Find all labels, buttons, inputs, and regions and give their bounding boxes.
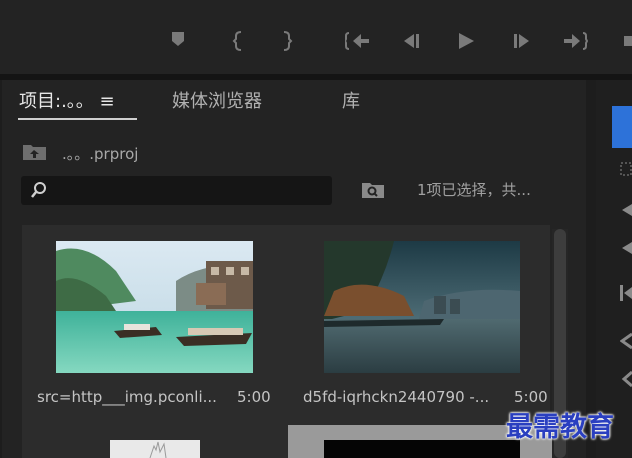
media-grid: src=http___img.pconli... 5:00 d5fd-iqrhc… bbox=[22, 225, 552, 458]
media-item[interactable] bbox=[22, 425, 286, 458]
mark-in-icon[interactable] bbox=[232, 30, 244, 59]
new-bin-icon[interactable] bbox=[361, 180, 385, 204]
tab-project[interactable]: 项目:.。。 ≡ bbox=[19, 90, 115, 114]
project-file-name: .。。.prproj bbox=[62, 144, 139, 163]
selection-status: 1项已选择，共... bbox=[417, 181, 531, 199]
tab-libraries[interactable]: 库 bbox=[342, 90, 360, 114]
go-to-out-icon[interactable] bbox=[562, 30, 589, 59]
track-select-tool-icon[interactable] bbox=[620, 160, 632, 181]
play-icon[interactable] bbox=[456, 30, 476, 59]
thumbnail-misty-river-town bbox=[324, 241, 520, 373]
razor-tool-icon[interactable] bbox=[618, 284, 632, 307]
pen-tool-icon[interactable] bbox=[619, 332, 632, 355]
active-tab-indicator bbox=[18, 118, 137, 120]
media-item-name: d5fd-iqrhckn2440790 -... bbox=[303, 388, 490, 406]
ripple-edit-tool-icon[interactable] bbox=[618, 202, 632, 223]
hand-tool-icon[interactable] bbox=[620, 370, 632, 393]
media-item-duration: 5:00 bbox=[237, 388, 271, 406]
marker-icon[interactable] bbox=[170, 30, 186, 55]
tab-media-browser[interactable]: 媒体浏览器 bbox=[172, 90, 262, 114]
thumbnail-white-frame bbox=[110, 440, 200, 458]
transport-bar bbox=[0, 0, 632, 74]
mark-out-icon[interactable] bbox=[281, 30, 293, 59]
breadcrumb: .。。.prproj bbox=[22, 142, 138, 164]
folder-up-icon[interactable] bbox=[22, 141, 48, 165]
search-input[interactable] bbox=[21, 176, 332, 205]
selection-tool-icon[interactable] bbox=[612, 106, 632, 148]
media-item[interactable]: src=http___img.pconli... 5:00 bbox=[22, 225, 286, 423]
thumbnail-black-frame bbox=[324, 440, 520, 458]
watermark-logo: 最需教育 bbox=[506, 412, 614, 443]
media-item-name: src=http___img.pconli... bbox=[37, 388, 217, 406]
tools-panel bbox=[596, 80, 632, 458]
go-to-in-icon[interactable] bbox=[343, 30, 371, 59]
thumbnail-riverside-village bbox=[56, 241, 253, 373]
step-back-icon[interactable] bbox=[401, 30, 423, 59]
media-item[interactable]: d5fd-iqrhckn2440790 -... 5:00 bbox=[286, 225, 550, 423]
more-controls-icon[interactable] bbox=[622, 30, 632, 59]
step-forward-icon[interactable] bbox=[511, 30, 533, 59]
search-icon bbox=[30, 181, 48, 203]
rolling-edit-tool-icon[interactable] bbox=[618, 240, 632, 261]
media-item-duration: 5:00 bbox=[514, 388, 548, 406]
